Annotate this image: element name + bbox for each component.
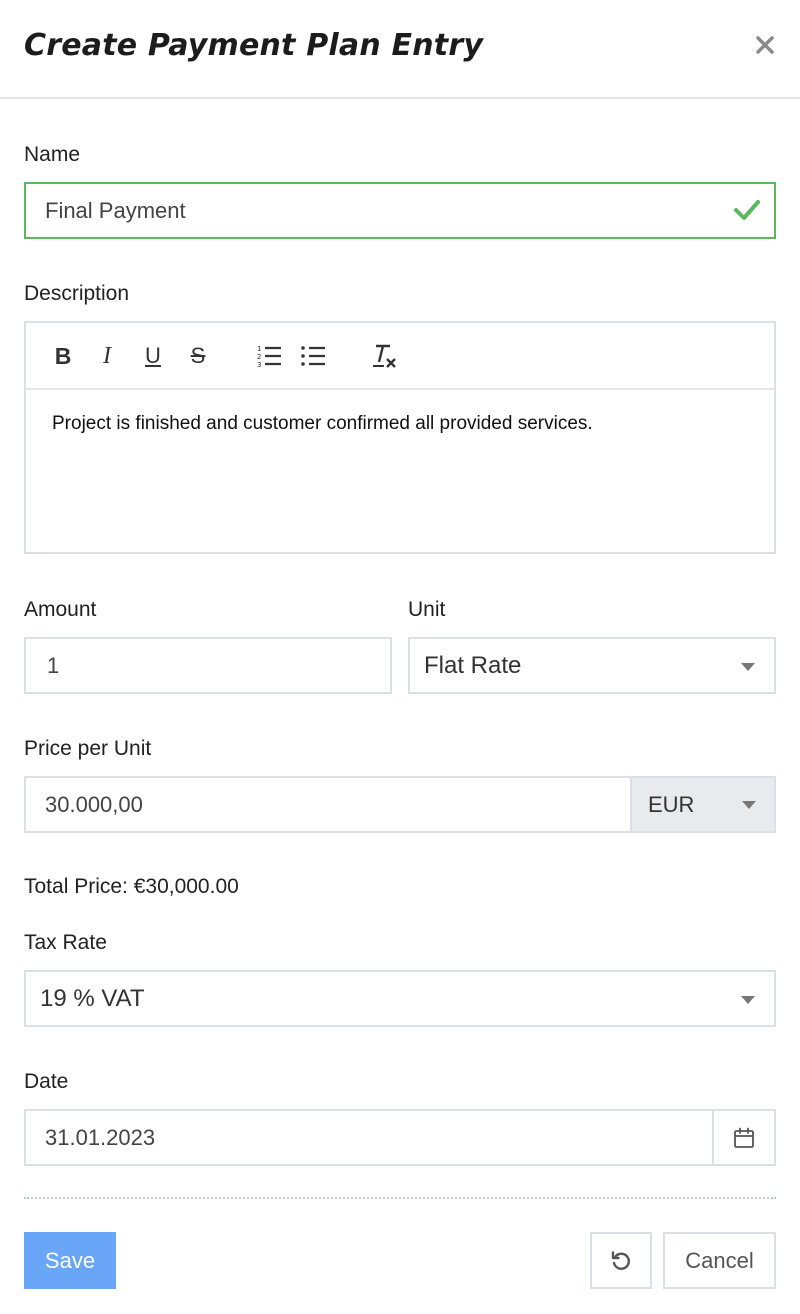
strikethrough-button[interactable]: S bbox=[186, 341, 210, 371]
chevron-down-icon bbox=[742, 801, 756, 809]
price-per-unit-input[interactable]: 30.000,00 EUR bbox=[24, 776, 776, 833]
tax-rate-value: 19 % VAT bbox=[40, 985, 145, 1012]
description-editor[interactable]: B I U S 1 2 3 Project is finished and cu… bbox=[24, 321, 776, 554]
calendar-icon bbox=[734, 1127, 754, 1148]
reset-icon bbox=[611, 1250, 630, 1270]
bullet-list-button[interactable] bbox=[300, 341, 326, 371]
total-price: Total Price: €30,000.00 bbox=[24, 875, 239, 898]
dialog-header: Create Payment Plan Entry bbox=[0, 0, 800, 99]
amount-value: 1 bbox=[47, 653, 60, 678]
svg-text:2: 2 bbox=[257, 353, 261, 361]
bullet-list-icon bbox=[301, 346, 325, 366]
tax-rate-select[interactable]: 19 % VAT bbox=[24, 970, 776, 1027]
cancel-button[interactable]: Cancel bbox=[663, 1232, 776, 1289]
footer-divider bbox=[24, 1197, 776, 1199]
svg-text:3: 3 bbox=[257, 361, 261, 369]
close-icon[interactable] bbox=[752, 32, 778, 58]
clear-format-button[interactable] bbox=[370, 341, 398, 371]
reset-button[interactable] bbox=[590, 1232, 652, 1289]
dialog-title: Create Payment Plan Entry bbox=[24, 28, 484, 63]
amount-input[interactable]: 1 bbox=[24, 637, 392, 694]
bold-button[interactable]: B bbox=[52, 341, 74, 371]
date-input[interactable]: 31.01.2023 bbox=[24, 1109, 776, 1166]
name-label: Name bbox=[24, 143, 81, 166]
unit-select[interactable]: Flat Rate bbox=[408, 637, 776, 694]
name-value: Final Payment bbox=[45, 198, 186, 223]
name-input[interactable]: Final Payment bbox=[24, 182, 776, 239]
unit-value: Flat Rate bbox=[424, 652, 522, 679]
description-text: Project is finished and customer confirm… bbox=[52, 413, 593, 434]
amount-label: Amount bbox=[24, 598, 97, 621]
unit-label: Unit bbox=[408, 598, 446, 621]
italic-button[interactable]: I bbox=[96, 341, 118, 371]
svg-text:1: 1 bbox=[257, 345, 261, 353]
price-value: 30.000,00 bbox=[45, 792, 143, 817]
currency-value: EUR bbox=[648, 792, 695, 817]
ordered-list-icon: 1 2 3 bbox=[257, 345, 281, 369]
date-value: 31.01.2023 bbox=[45, 1125, 156, 1150]
description-label: Description bbox=[24, 282, 130, 305]
ordered-list-button[interactable]: 1 2 3 bbox=[256, 341, 282, 371]
chevron-down-icon bbox=[741, 996, 755, 1004]
calendar-button[interactable] bbox=[712, 1111, 774, 1164]
price-label: Price per Unit bbox=[24, 737, 152, 760]
chevron-down-icon bbox=[741, 663, 755, 671]
currency-select[interactable]: EUR bbox=[630, 778, 774, 831]
tax-rate-label: Tax Rate bbox=[24, 931, 107, 954]
date-label: Date bbox=[24, 1070, 69, 1093]
underline-button[interactable]: U bbox=[142, 341, 164, 371]
check-icon bbox=[734, 200, 760, 220]
editor-toolbar: B I U S 1 2 3 bbox=[26, 323, 774, 390]
save-button[interactable]: Save bbox=[24, 1232, 116, 1289]
clear-format-icon bbox=[373, 344, 396, 368]
